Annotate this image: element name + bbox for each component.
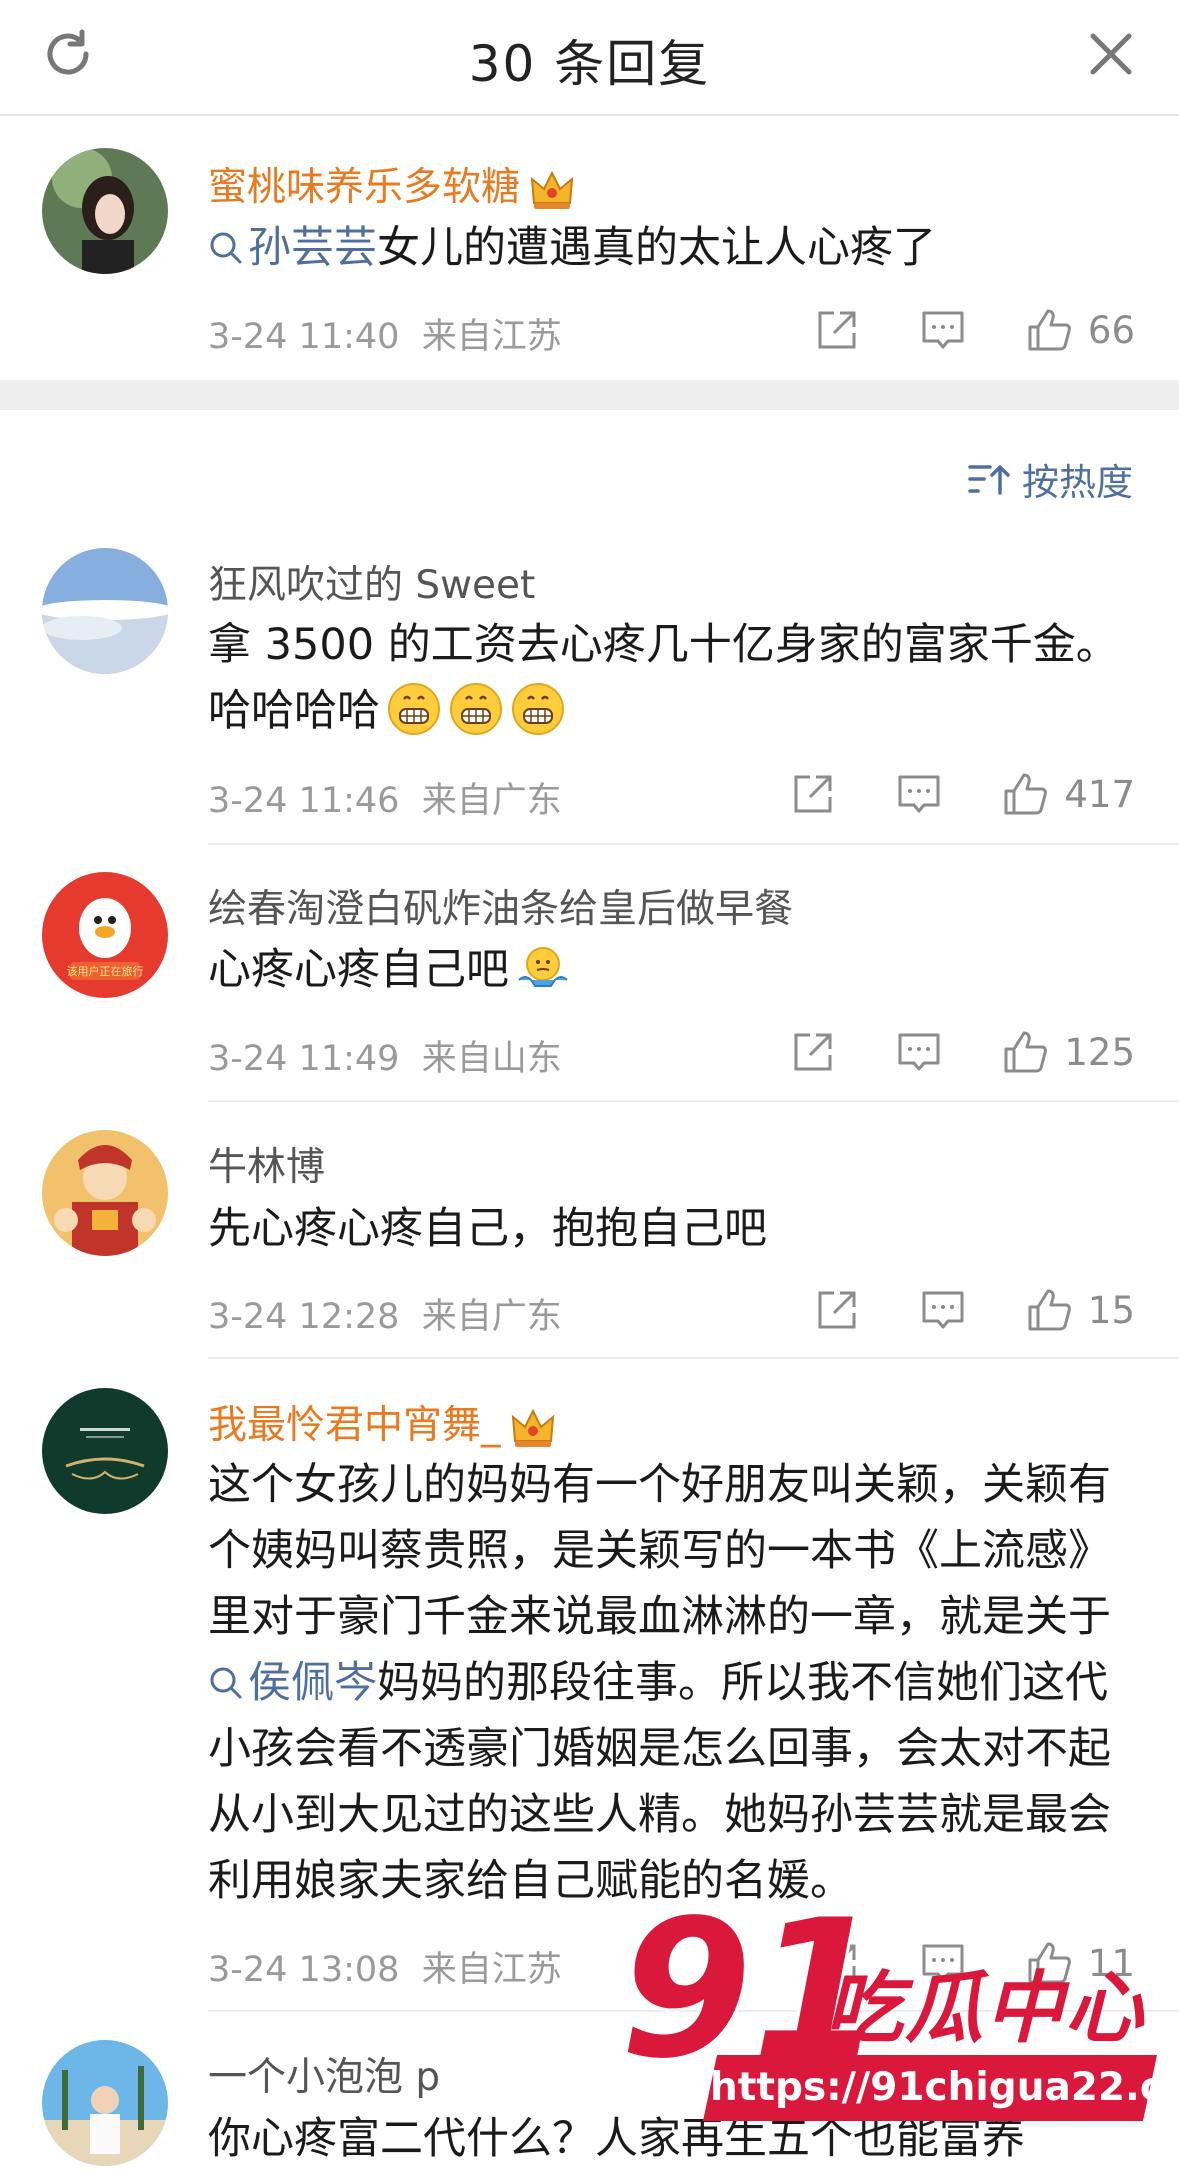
- divider: [208, 1100, 1179, 1102]
- like-button[interactable]: 417: [1000, 769, 1135, 819]
- share-icon[interactable]: [788, 1027, 838, 1077]
- close-icon[interactable]: [1081, 24, 1141, 84]
- avatar[interactable]: [42, 1388, 168, 1514]
- comment-meta: 3-24 11:40 来自江苏: [208, 317, 562, 357]
- crown-icon: [530, 170, 574, 209]
- comment-text: 先心疼心疼自己，抱抱自己吧: [208, 1204, 767, 1254]
- sort-icon: [968, 465, 1010, 495]
- like-button[interactable]: 125: [1000, 1027, 1135, 1077]
- comment-meta: 3-24 11:49 来自山东: [208, 1039, 562, 1079]
- username[interactable]: 我最怜君中宵舞_: [208, 1394, 557, 1451]
- comment-icon[interactable]: [918, 305, 968, 355]
- sort-by-hot-button[interactable]: 按热度: [966, 452, 1133, 506]
- avatar[interactable]: [42, 548, 168, 674]
- comment-actions: 417: [788, 766, 1135, 822]
- comment-icon[interactable]: [894, 769, 944, 819]
- share-icon[interactable]: [812, 1285, 862, 1335]
- avatar[interactable]: [42, 2040, 168, 2166]
- comment-actions: 125: [788, 1024, 1135, 1080]
- comment-text: 这个女孩儿的妈妈有一个好朋友叫关颖，关颖有个姨妈叫蔡贵照，是关颖写的一本书《上流…: [208, 1460, 1111, 1906]
- like-button[interactable]: 66: [1024, 305, 1135, 355]
- comment-actions: 15: [812, 1282, 1135, 1338]
- username[interactable]: 蜜桃味养乐多软糖: [208, 156, 576, 213]
- shrug-emoji-icon: [518, 947, 568, 987]
- divider: [208, 843, 1179, 845]
- avatar[interactable]: 该用户正在旅行: [42, 872, 168, 998]
- grin-emoji-icon: [512, 683, 564, 735]
- share-icon[interactable]: [812, 305, 862, 355]
- topic-link[interactable]: 侯佩岑: [208, 1658, 377, 1708]
- comment-meta: 3-24 13:08 来自江苏: [208, 1950, 562, 1990]
- watermark-url: https://91chigua22.com: [702, 2055, 1179, 2121]
- thumbs-up-icon: [1028, 309, 1071, 351]
- top-bar: 30 条回复: [0, 0, 1179, 116]
- search-icon: [210, 232, 242, 264]
- topic-link[interactable]: 孙芸芸: [208, 223, 377, 273]
- crown-icon: [511, 1408, 554, 1447]
- page-title: 30 条回复: [468, 35, 711, 93]
- comment-meta: 3-24 12:28 来自广东: [208, 1297, 562, 1337]
- grin-emoji-icon: [450, 683, 502, 735]
- comment-text: 心疼心疼自己吧: [208, 937, 1148, 1003]
- thumbs-up-icon: [1004, 1031, 1048, 1073]
- thumbs-up-icon: [1028, 1289, 1071, 1331]
- comment-actions: 66: [812, 302, 1135, 358]
- username[interactable]: 绘春淘澄白矾炸油条给皇后做早餐: [208, 878, 793, 934]
- comment-text: 拿 3500 的工资去心疼几十亿身家的富家千金。 哈哈哈哈: [208, 620, 1119, 736]
- like-button[interactable]: 15: [1024, 1285, 1135, 1335]
- watermark-brand: 吃瓜中心: [825, 1964, 1146, 2054]
- divider: [208, 1357, 1179, 1359]
- comment-icon[interactable]: [918, 1285, 968, 1335]
- username[interactable]: 一个小泡泡 p: [208, 2046, 440, 2102]
- username[interactable]: 狂风吹过的 Sweet: [208, 554, 535, 610]
- comment-text: 孙芸芸女儿的遭遇真的太让人心疼了: [208, 215, 1148, 281]
- grin-emoji-icon: [388, 683, 440, 735]
- avatar[interactable]: [42, 148, 168, 274]
- thumbs-up-icon: [1004, 773, 1048, 815]
- search-icon: [210, 1667, 242, 1699]
- comment-icon[interactable]: [894, 1027, 944, 1077]
- section-divider: [0, 380, 1179, 410]
- avatar[interactable]: [42, 1130, 168, 1256]
- username[interactable]: 牛林博: [208, 1136, 325, 1192]
- share-icon[interactable]: [788, 769, 838, 819]
- comment-meta: 3-24 11:46 来自广东: [208, 781, 562, 821]
- svg-text:该用户正在旅行: 该用户正在旅行: [67, 964, 144, 978]
